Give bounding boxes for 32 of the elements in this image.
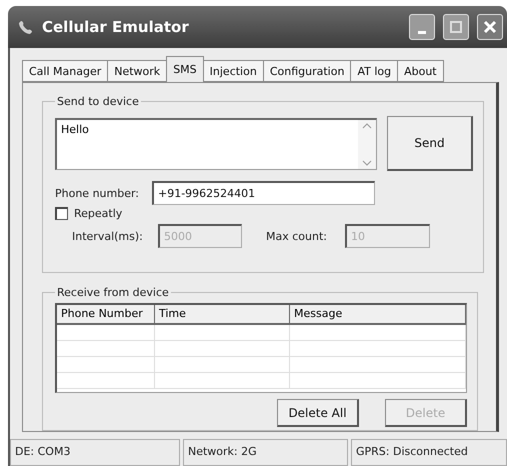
delete-all-button[interactable]: Delete All bbox=[277, 399, 359, 427]
maximize-icon bbox=[450, 21, 462, 33]
phone-icon bbox=[18, 19, 34, 35]
send-button[interactable]: Send bbox=[387, 116, 473, 171]
checkbox-label: Repeatly bbox=[74, 207, 122, 220]
column-header[interactable]: Time bbox=[155, 305, 290, 325]
tab[interactable]: Configuration bbox=[262, 60, 352, 82]
status-field: Network: 2G bbox=[183, 439, 348, 466]
window-title: Cellular Emulator bbox=[42, 18, 190, 36]
scrollbar[interactable] bbox=[358, 120, 376, 168]
tab[interactable]: Injection bbox=[202, 60, 264, 82]
maximize-button[interactable] bbox=[443, 14, 469, 40]
checkbox[interactable] bbox=[55, 207, 68, 220]
tab[interactable]: About bbox=[397, 60, 444, 82]
minimize-button[interactable] bbox=[409, 14, 435, 40]
group-title: Send to device bbox=[56, 95, 140, 108]
tab[interactable]: Call Manager bbox=[22, 60, 108, 82]
close-button[interactable] bbox=[477, 14, 503, 40]
message-field[interactable]: Hello bbox=[55, 118, 377, 170]
status-field: GPRS: Disconnected bbox=[351, 439, 507, 466]
phone-field[interactable]: +91-9962524401 bbox=[152, 181, 375, 205]
group-title: Receive from device bbox=[56, 286, 170, 299]
max-count-label: Max count: bbox=[265, 230, 328, 242]
tab[interactable]: Network bbox=[107, 60, 168, 82]
column-header[interactable]: Phone Number bbox=[57, 305, 155, 325]
column-header[interactable]: Message bbox=[290, 305, 466, 325]
interval-label: Interval(ms): bbox=[71, 230, 144, 242]
status-field: DE: COM3 bbox=[10, 439, 180, 466]
close-icon bbox=[483, 20, 497, 34]
phone-label: Phone number: bbox=[55, 186, 140, 200]
tab[interactable]: AT log bbox=[350, 60, 398, 82]
minimize-icon bbox=[418, 30, 426, 34]
